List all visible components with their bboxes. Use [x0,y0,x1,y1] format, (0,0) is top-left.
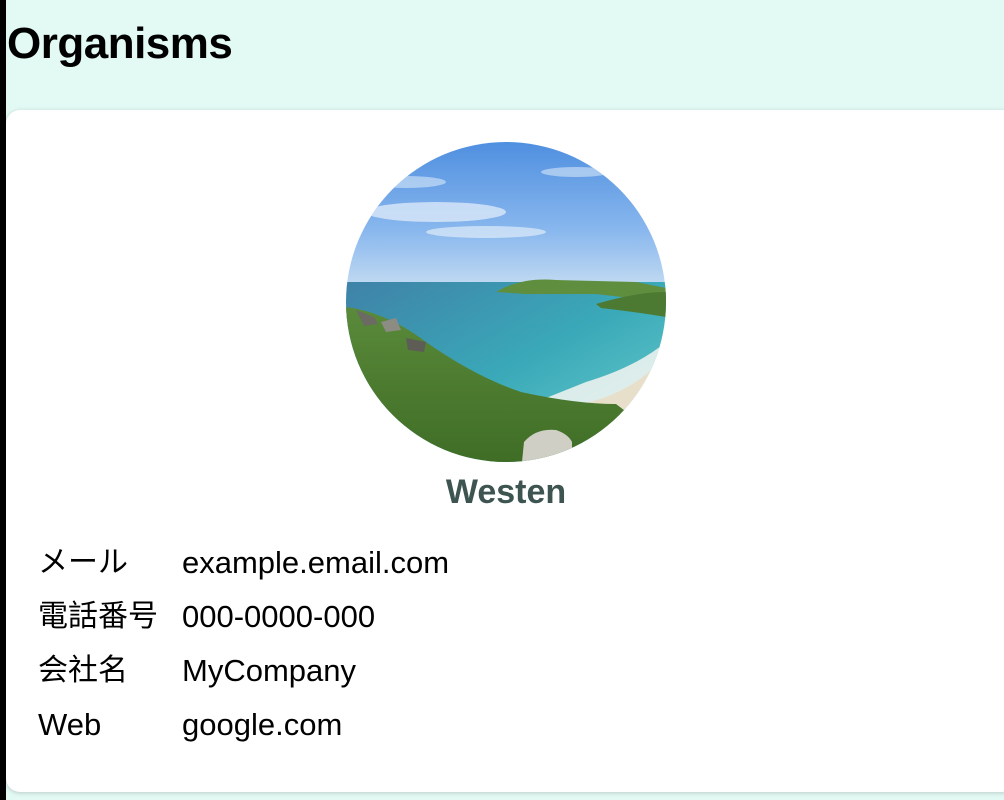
app-frame: Organisms Westen メール example.email.com 電… [0,0,1004,800]
profile-card: Westen メール example.email.com 電話番号 000-00… [6,110,1004,792]
info-value-email: example.email.com [182,545,450,580]
info-row-phone: 電話番号 000-0000-000 [38,594,738,640]
info-value-company: MyCompany [182,653,356,688]
info-value-phone: 000-0000-000 [182,599,376,634]
info-label-web: Web [38,707,102,742]
info-label-company: 会社名 [38,653,128,688]
info-label-phone: 電話番号 [38,599,158,634]
profile-name: Westen [445,473,567,511]
info-row-email: メール example.email.com [38,540,738,586]
page-title: Organisms [7,19,233,68]
info-row-web: Web google.com [38,702,738,748]
info-row-company: 会社名 MyCompany [38,648,738,694]
info-value-web: google.com [182,707,343,742]
avatar-image [346,142,666,462]
info-label-email: メール [38,545,128,580]
beach-landscape-photo [346,142,666,462]
